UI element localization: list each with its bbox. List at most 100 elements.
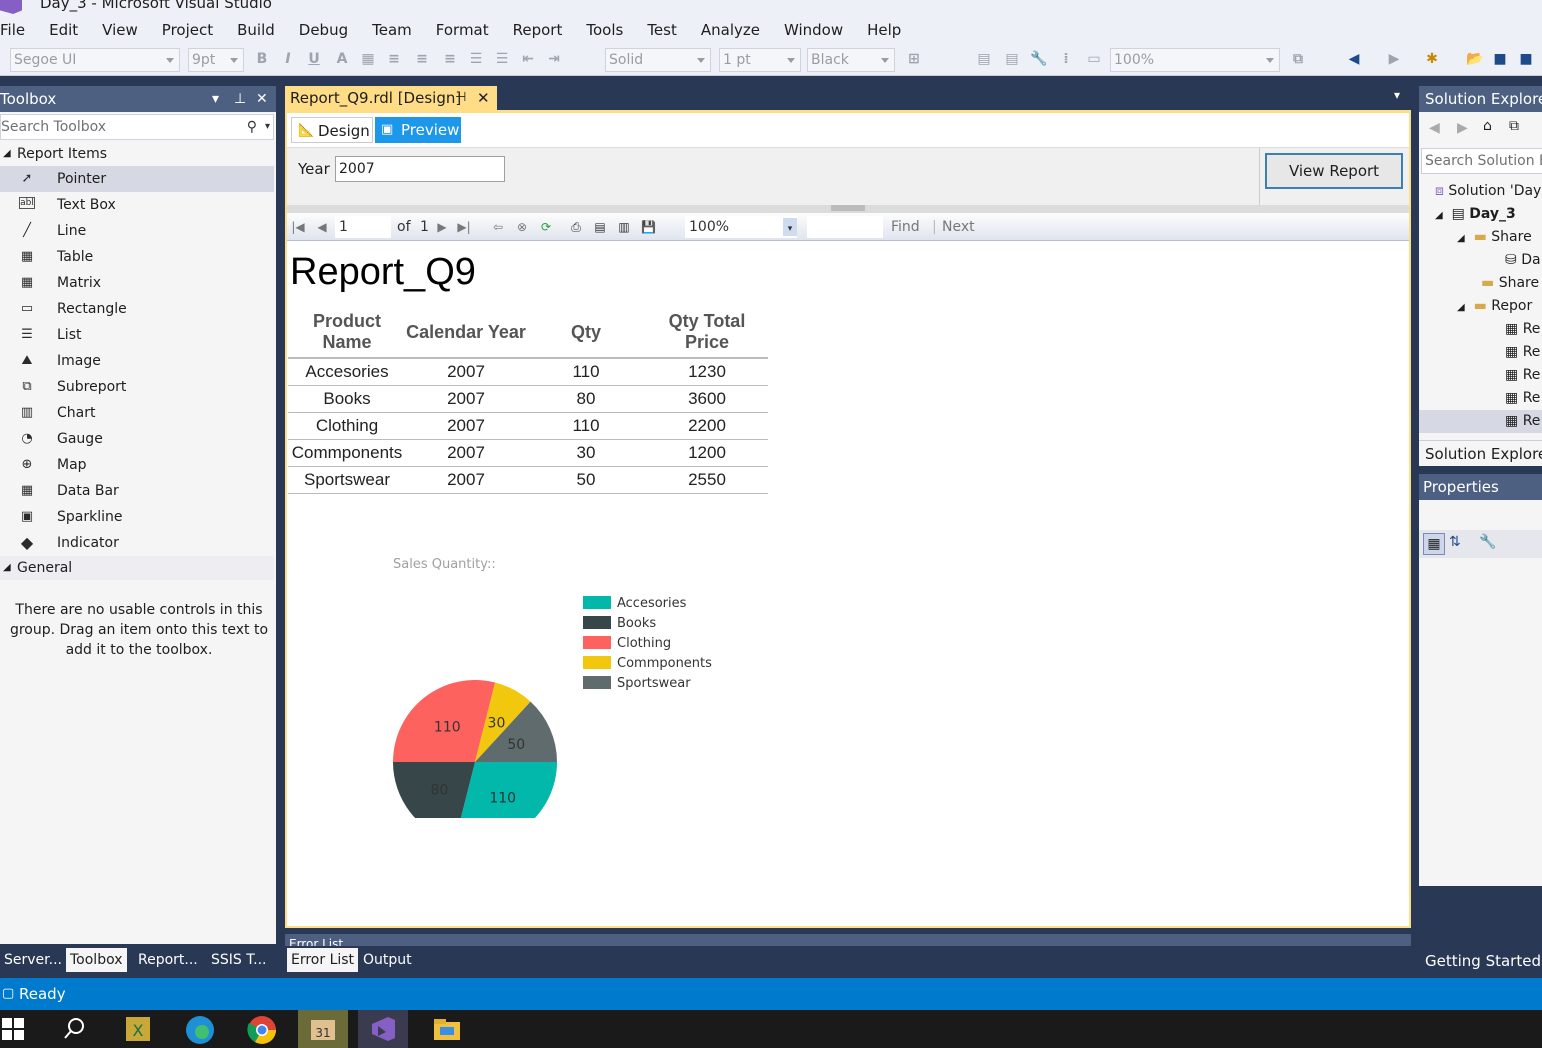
layout-icon[interactable]: ⧉ — [1290, 51, 1306, 67]
save-icon[interactable]: ■ — [1492, 51, 1508, 67]
menu-tools[interactable]: Tools — [574, 21, 635, 39]
tool-image[interactable]: ⛰ Image — [0, 348, 274, 374]
tab-solution-explorer[interactable]: Solution Explorer — [1419, 440, 1542, 466]
border-style-select[interactable]: Solid — [605, 48, 711, 72]
tab-preview[interactable]: ▣ Preview — [375, 117, 461, 143]
solution-search-input[interactable]: Search Solution Ex — [1421, 148, 1542, 174]
borders-icon[interactable]: ⊞ — [906, 51, 922, 67]
italic-icon[interactable]: I — [280, 51, 296, 67]
search-icon[interactable] — [50, 1010, 100, 1048]
close-icon[interactable]: ✕ — [256, 86, 268, 112]
find-input[interactable] — [807, 216, 883, 238]
param-splitter[interactable] — [287, 205, 1409, 213]
back-icon[interactable]: ⇦ — [491, 219, 505, 235]
pin-icon[interactable]: ⊥ — [234, 86, 246, 112]
chrome-browser-icon[interactable] — [236, 1010, 286, 1048]
export-icon[interactable]: 💾 — [641, 219, 656, 235]
document-tab[interactable]: Report_Q9.rdl [Design] ⊣ ✕ — [285, 86, 497, 110]
excel-app-icon[interactable]: X — [113, 1010, 163, 1048]
bullet-list-icon[interactable]: ☰ — [494, 51, 510, 67]
find-button[interactable]: Find — [891, 218, 920, 236]
align-center-icon[interactable]: ≡ — [414, 51, 430, 67]
wrench-icon[interactable]: 🔧 — [1030, 51, 1047, 67]
tab-error-list[interactable]: Error List — [287, 948, 359, 972]
search-icon[interactable]: ⚲ — [247, 115, 257, 139]
menu-analyze[interactable]: Analyze — [689, 21, 772, 39]
home-icon[interactable]: ⌂ — [1483, 118, 1492, 134]
align-left-icon[interactable]: ≡ — [386, 51, 402, 67]
chevron-down-icon[interactable]: ▾ — [265, 115, 270, 139]
dropdown-icon[interactable]: ▾ — [212, 86, 219, 112]
increase-indent-icon[interactable]: ⇥ — [546, 51, 562, 67]
last-page-icon[interactable]: ▶| — [457, 219, 471, 235]
pin-icon[interactable]: ⊣ — [455, 86, 466, 110]
font-color-icon[interactable]: A — [334, 51, 350, 67]
underline-icon[interactable]: U — [306, 51, 322, 67]
page-setup-icon[interactable]: ▥ — [617, 219, 631, 235]
tab-report-data[interactable]: Report... — [134, 948, 202, 972]
tree-shared-datasets[interactable]: ▬ Share — [1481, 272, 1539, 295]
border-width-select[interactable]: 1 pt — [719, 48, 801, 72]
decrease-indent-icon[interactable]: ⇤ — [520, 51, 536, 67]
refresh-icon[interactable]: ⟳ — [539, 219, 553, 235]
tool-map[interactable]: ⊕ Map — [0, 452, 274, 478]
toolbox-search-input[interactable]: Search Toolbox ⚲ ▾ — [0, 114, 274, 140]
tool-subreport[interactable]: ⧉ Subreport — [0, 374, 274, 400]
tool-pointer[interactable]: ➚ Pointer — [0, 166, 274, 192]
tool-table[interactable]: ▦ Table — [0, 244, 274, 270]
categorized-icon[interactable]: ▦ — [1423, 533, 1445, 555]
menu-build[interactable]: Build — [225, 21, 287, 39]
tool-indicator[interactable]: ◆ Indicator — [0, 530, 274, 556]
tool-text-box[interactable]: abl Text Box — [0, 192, 274, 218]
tab-design[interactable]: 📐 Design — [291, 117, 373, 143]
zoom-select[interactable]: 100% — [1110, 48, 1280, 72]
menu-report[interactable]: Report — [501, 21, 575, 39]
collapse-handle-icon[interactable] — [831, 205, 865, 211]
visual-studio-app-icon[interactable] — [358, 1010, 408, 1048]
spacing-icon[interactable]: ⁞ — [1058, 51, 1074, 67]
save-all-icon[interactable]: ■ — [1518, 51, 1534, 67]
tree-report-file[interactable]: ▦ Re — [1505, 341, 1540, 364]
next-page-icon[interactable]: ▶ — [435, 219, 449, 235]
font-family-select[interactable]: Segoe UI — [10, 48, 180, 72]
param-year-input[interactable]: 2007 — [335, 156, 505, 182]
tree-report-file[interactable]: ▦ Re — [1505, 318, 1540, 341]
tab-toolbox[interactable]: Toolbox — [66, 948, 127, 972]
sort-alpha-icon[interactable]: ⇅ — [1449, 534, 1461, 550]
tool-rectangle[interactable]: ▭ Rectangle — [0, 296, 274, 322]
menu-test[interactable]: Test — [635, 21, 689, 39]
wrench-icon[interactable]: 🔧 — [1479, 534, 1496, 550]
file-explorer-icon[interactable] — [422, 1010, 472, 1048]
tool-chart[interactable]: ▥ Chart — [0, 400, 274, 426]
menu-view[interactable]: View — [90, 21, 150, 39]
forward-icon[interactable]: ▶ — [1457, 120, 1468, 136]
tool-gauge[interactable]: ◔ Gauge — [0, 426, 274, 452]
tree-shared-datasources[interactable]: ◢ ▬ Share — [1457, 226, 1532, 249]
first-page-icon[interactable]: |◀ — [291, 219, 305, 235]
getting-started-tab[interactable]: Getting Started (S — [1419, 948, 1542, 974]
windows-start-icon[interactable] — [0, 1010, 50, 1048]
document-dropdown-icon[interactable]: ▾ — [1394, 88, 1400, 102]
zoom-select[interactable]: 100% ▾ — [685, 216, 797, 238]
find-next-button[interactable]: Next — [942, 218, 975, 236]
media-app-icon[interactable]: 31 — [298, 1010, 348, 1048]
view-report-button[interactable]: View Report — [1265, 153, 1403, 189]
sync-icon[interactable]: ⧉ — [1509, 118, 1519, 134]
new-project-icon[interactable]: ✱ — [1424, 51, 1440, 67]
tool-sparkline[interactable]: ▣ Sparkline — [0, 504, 274, 530]
center-objects-icon[interactable]: ▤ — [1004, 51, 1020, 67]
menu-edit[interactable]: Edit — [37, 21, 90, 39]
tab-output[interactable]: Output — [359, 948, 416, 972]
tab-ssis-toolbox[interactable]: SSIS T... — [207, 948, 270, 972]
tree-report-file-selected[interactable]: ▦ Re — [1419, 410, 1542, 433]
print-icon[interactable]: ⎙ — [569, 219, 583, 235]
menu-debug[interactable]: Debug — [287, 21, 360, 39]
tool-line[interactable]: ╱ Line — [0, 218, 274, 244]
navigate-back-icon[interactable]: ◀ — [1346, 51, 1362, 67]
tree-report-file[interactable]: ▦ Re — [1505, 364, 1540, 387]
border-color-select[interactable]: Black — [807, 48, 895, 72]
tab-server-explorer[interactable]: Server... — [0, 948, 66, 972]
menu-window[interactable]: Window — [772, 21, 855, 39]
section-general[interactable]: ◢ General — [0, 556, 274, 580]
tree-project[interactable]: ◢ ▤ Day_3 — [1435, 203, 1516, 226]
